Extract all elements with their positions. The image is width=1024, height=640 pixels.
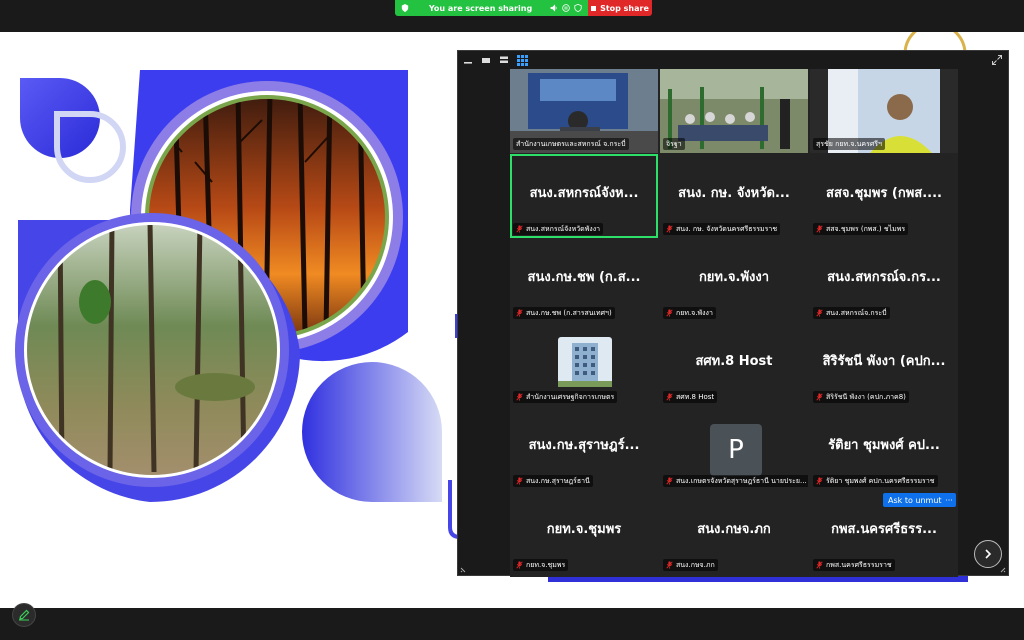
participant-name-label: จิรฐา [663,138,685,150]
shield-icon [401,4,409,12]
participant-tile[interactable]: สสจ.ชุมพร (กพส.... สสจ.ชุมพร (กพส.) ชไมพ… [810,154,958,238]
more-options-button[interactable]: ··· [942,493,956,507]
participant-tile[interactable]: สุรชัย กยท.จ.นครศรีฯ [810,69,958,153]
chevron-right-icon [985,549,992,559]
participant-display-name: สนง.กษ.สุราษฎร์... [528,438,640,453]
mic-muted-icon [666,477,673,485]
pause-icon[interactable] [562,4,570,12]
mic-muted-icon [666,393,673,401]
participant-name-label: สำนักงานเศรษฐกิจการเกษตร [513,391,618,403]
participant-tile[interactable]: สิริรัชนี พังงา (คปก... สิริรัชนี พังงา … [810,322,958,406]
mic-muted-icon [816,561,823,569]
participant-tile[interactable]: P สนง.เกษตรจังหวัดสุราษฎร์ธานี นายประย..… [660,406,808,490]
participant-display-name: กพส.นครศรีธรร... [831,522,937,537]
mic-muted-icon [816,309,823,317]
resize-handle-icon[interactable] [460,565,468,573]
participant-name-label: สิริรัชนี พังงา (คปก.ภาค8) [813,391,909,403]
participant-display-name: กยท.จ.พังงา [698,270,770,285]
participant-tile[interactable]: สนง.กษ.สุราษฎร์... สนง.กษ.สุราษฎร์ธานี [510,406,658,490]
participant-name-label: สนง.กษ.สุราษฎร์ธานี [513,475,593,487]
participant-name-label: สนง.สหกรณ์จ.กระบี่ [813,307,890,319]
mic-muted-icon [516,309,523,317]
speaker-view-icon[interactable] [480,54,492,66]
speaker-icon[interactable] [550,4,558,12]
participant-display-name: สนง.กษจ.ภก [697,522,771,537]
grid-view-icon[interactable] [516,54,528,66]
mic-muted-icon [516,225,523,233]
participant-display-name: สนง. กษ. จังหวัด... [678,186,790,201]
participant-display-name: สนง.สหกรณ์จังห... [529,186,639,201]
participant-tile[interactable]: สนง.กษจ.ภก สนง.กษจ.ภก [660,490,808,574]
mic-muted-icon [516,393,523,401]
annotate-button[interactable] [12,603,36,627]
petal-shape [302,362,442,502]
participant-tile[interactable]: กยท.จ.ชุมพร กยท.จ.ชุมพร [510,490,658,574]
participant-name-label: สนง. กษ. จังหวัดนครศรีธรรมราช [663,223,781,235]
participant-tile[interactable]: สนง.กษ.ชพ (ก.ส... สนง.กษ.ชพ (ก.สารสนเทศฯ… [510,238,658,322]
mic-muted-icon [816,225,823,233]
participant-tile[interactable]: สำนักงานเกษตรและสหกรณ์ จ.กระบี่ [510,69,658,153]
participant-name-label: สนง.กษ.ชพ (ก.สารสนเทศฯ) [513,307,615,319]
participant-name-label: สนง.กษจ.ภก [663,559,718,571]
participant-tile[interactable]: สำนักงานเศรษฐกิจการเกษตร [510,322,658,406]
participant-name-label: กยท.จ.พังงา [663,307,716,319]
participant-display-name: รัติยา ชุมพงศ์ คป... [828,438,940,453]
next-page-button[interactable] [974,540,1002,568]
participant-display-name: กยท.จ.ชุมพร [546,522,622,537]
mic-muted-icon [516,561,523,569]
participant-tile[interactable]: รัติยา ชุมพงศ์ คป... รัติยา ชุมพงศ์ คปก.… [810,406,958,490]
participant-tile-active-speaker[interactable]: สนง.สหกรณ์จังห... สนง.สหกรณ์จังหวัดพังงา [510,154,658,238]
mic-muted-icon [666,309,673,317]
participant-name-label: สสจ.ชุมพร (กพส.) ชไมพร [813,223,909,235]
mic-muted-icon [816,477,823,485]
screen-share-bar: You are screen sharing Stop share [395,0,652,16]
participant-name-label: สำนักงานเกษตรและสหกรณ์ จ.กระบี่ [513,138,629,150]
mic-muted-icon [516,477,523,485]
participant-name-label: สนง.เกษตรจังหวัดสุราษฎร์ธานี นายประย... [663,475,808,487]
participant-display-name: สนง.สหกรณ์จ.กร... [827,270,941,285]
mic-muted-icon [666,561,673,569]
participant-name-label: สนง.สหกรณ์จังหวัดพังงา [513,223,604,235]
mic-muted-icon [816,393,823,401]
participant-name-label: กยท.จ.ชุมพร [513,559,569,571]
participant-tile[interactable]: สนง.สหกรณ์จ.กร... สนง.สหกรณ์จ.กระบี่ [810,238,958,322]
minimize-icon[interactable] [462,54,474,66]
stop-share-label: Stop share [600,3,649,13]
pencil-icon [19,609,30,621]
participant-tile[interactable]: กยท.จ.พังงา กยท.จ.พังงา [660,238,808,322]
participant-display-name: สนง.กษ.ชพ (ก.ส... [527,270,641,285]
stop-share-button[interactable]: Stop share [588,0,652,16]
building-avatar-icon [558,337,612,387]
participant-tile-host[interactable]: สศท.8 Host สศท.8 Host [660,322,808,406]
participant-tile[interactable]: จิรฐา [660,69,808,153]
strip-view-icon[interactable] [498,54,510,66]
security-icon[interactable] [574,4,582,12]
participant-display-name: สสจ.ชุมพร (กพส.... [826,186,942,201]
mic-muted-icon [666,225,673,233]
participant-name-label: รัติยา ชุมพงศ์ คปก.นครศรีธรรมราช [813,475,938,487]
participant-avatar-initial: P [710,424,762,476]
participant-display-name: สศท.8 Host [695,354,773,369]
gallery-view-window: สำนักงานเกษตรและสหกรณ์ จ.กระบี่ จิรฐา สุ… [457,50,1009,577]
share-status-text: You are screen sharing [428,3,533,13]
participant-tile[interactable]: สนง. กษ. จังหวัด... สนง. กษ. จังหวัดนครศ… [660,154,808,238]
view-controls [462,54,528,66]
participant-name-label: กพส.นครศรีธรรมราช [813,559,895,571]
stop-icon [591,5,597,11]
share-status-pill[interactable]: You are screen sharing [395,0,588,16]
participant-display-name: สิริรัชนี พังงา (คปก... [822,354,946,369]
participant-name-label: สุรชัย กยท.จ.นครศรีฯ [813,138,885,150]
participant-name-label: สศท.8 Host [663,391,718,403]
expand-icon[interactable] [992,55,1002,65]
bottom-bar [0,608,1024,640]
resize-handle-icon[interactable] [998,565,1006,573]
